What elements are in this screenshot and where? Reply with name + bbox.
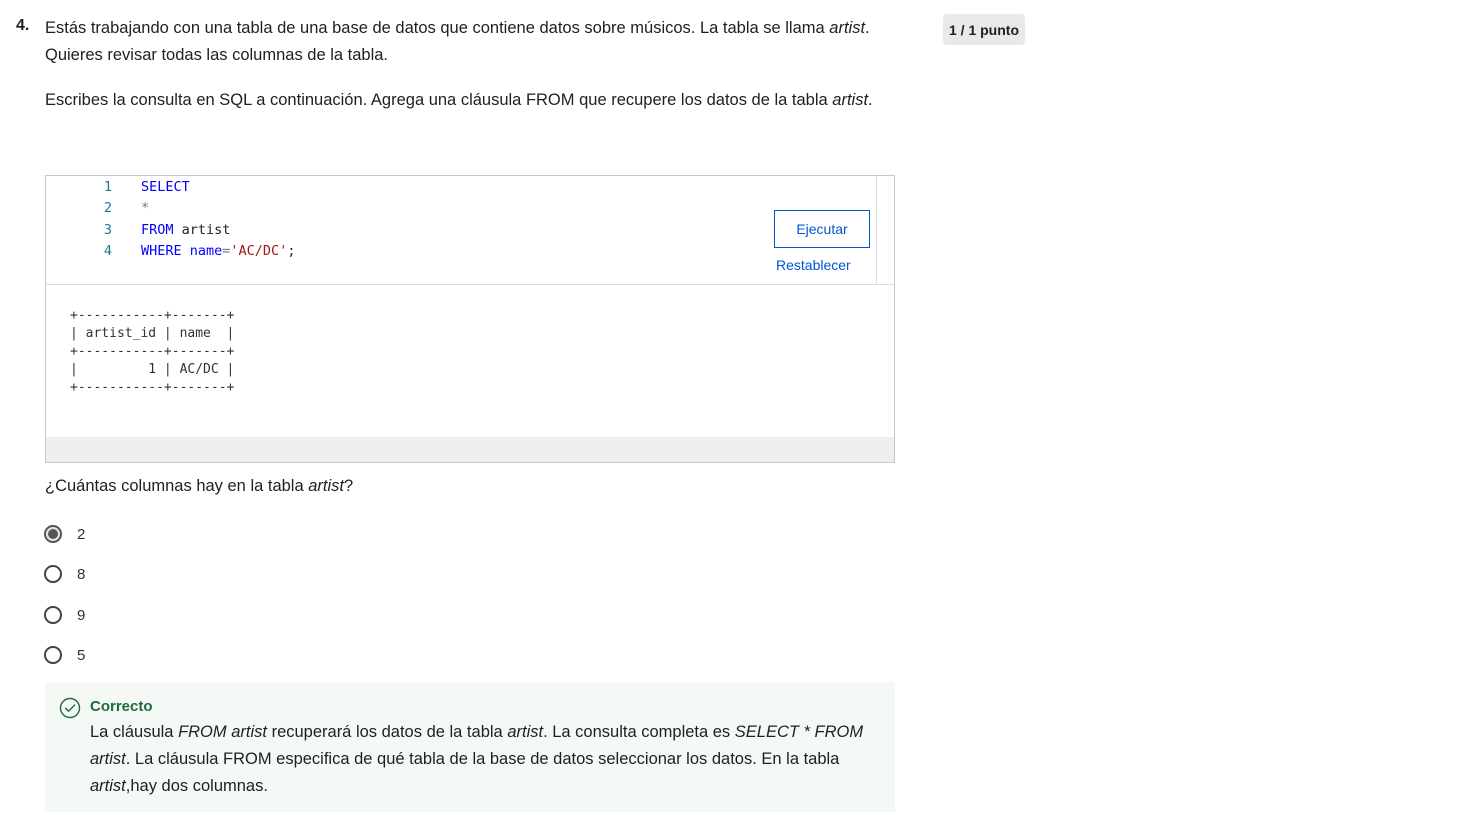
question-emphasis: artist <box>308 477 345 495</box>
prompt-paragraph-2: Escribes la consulta en SQL a continuaci… <box>45 87 905 114</box>
result-table: +-----------+-------+ | artist_id | name… <box>70 308 235 395</box>
radio-selected-icon[interactable] <box>44 525 62 543</box>
sql-punctuation: ; <box>287 243 296 259</box>
sql-string: 'AC/DC' <box>230 243 288 259</box>
editor-scrollbar[interactable] <box>876 176 877 284</box>
code-text: WHERE name='AC/DC'; <box>141 241 295 262</box>
reset-link[interactable]: Restablecer <box>776 257 851 273</box>
sql-operator: * <box>141 200 150 216</box>
query-output: +-----------+-------+ | artist_id | name… <box>46 285 894 437</box>
line-number: 3 <box>103 222 112 238</box>
option-label: 2 <box>77 525 86 543</box>
sql-keyword: WHERE <box>141 243 182 259</box>
prompt-text: Estás trabajando con una tabla de una ba… <box>45 19 830 37</box>
radio-icon[interactable] <box>44 606 62 624</box>
radio-icon[interactable] <box>44 565 62 583</box>
code-text: FROM artist <box>141 220 230 241</box>
feedback-part: La cláusula <box>90 723 179 741</box>
sql-identifier: artist <box>173 222 231 238</box>
prompt-emphasis: artist <box>832 91 869 109</box>
option-label: 5 <box>77 646 86 664</box>
line-number: 2 <box>103 200 112 216</box>
question-number: 4. <box>16 17 30 34</box>
feedback-emphasis: FROM artist <box>178 723 267 741</box>
answer-option-5[interactable]: 5 <box>44 643 85 667</box>
feedback-title: Correcto <box>90 698 153 715</box>
prompt-emphasis: artist <box>829 19 866 37</box>
answer-option-8[interactable]: 8 <box>44 562 85 586</box>
sql-column: name <box>181 243 223 259</box>
line-number: 1 <box>103 179 112 195</box>
sql-editor-panel: 1 SELECT 2 * 3 FROM artist 4 WHERE name=… <box>45 175 895 463</box>
sql-keyword: SELECT <box>141 179 190 195</box>
feedback-emphasis: artist <box>90 777 126 795</box>
line-number: 4 <box>103 243 112 259</box>
radio-dot <box>48 529 58 539</box>
prompt-paragraph-1: Estás trabajando con una tabla de una ba… <box>45 15 905 69</box>
radio-icon[interactable] <box>44 646 62 664</box>
answer-option-2[interactable]: 2 <box>44 522 85 546</box>
option-label: 8 <box>77 565 86 583</box>
sql-keyword: FROM <box>141 222 174 238</box>
question-text-part: ? <box>344 477 354 495</box>
code-text: * <box>141 198 149 219</box>
feedback-part: . La consulta completa es <box>543 723 735 741</box>
code-editor[interactable]: 1 SELECT 2 * 3 FROM artist 4 WHERE name=… <box>46 176 894 285</box>
run-button[interactable]: Ejecutar <box>774 210 870 248</box>
feedback-part: recuperará los datos de la tabla <box>266 723 508 741</box>
check-circle-icon <box>59 697 81 724</box>
question-prompt: Estás trabajando con una tabla de una ba… <box>45 15 905 114</box>
feedback-emphasis: artist <box>507 723 544 741</box>
question-text: ¿Cuántas columnas hay en la tabla artist… <box>45 477 353 496</box>
feedback-part: ,hay dos columnas. <box>125 777 268 795</box>
code-text: SELECT <box>141 177 190 198</box>
feedback-part: . La cláusula FROM especifica de qué tab… <box>125 750 840 768</box>
question-text-part: ¿Cuántas columnas hay en la tabla <box>45 477 309 495</box>
feedback-text: La cláusula FROM artist recuperará los d… <box>90 719 880 800</box>
points-badge: 1 / 1 punto <box>943 14 1025 45</box>
prompt-text: Escribes la consulta en SQL a continuaci… <box>45 91 833 109</box>
option-label: 9 <box>77 606 86 624</box>
answer-option-9[interactable]: 9 <box>44 603 85 627</box>
feedback-panel: Correcto La cláusula FROM artist recuper… <box>45 682 895 812</box>
prompt-text: . <box>868 91 873 109</box>
